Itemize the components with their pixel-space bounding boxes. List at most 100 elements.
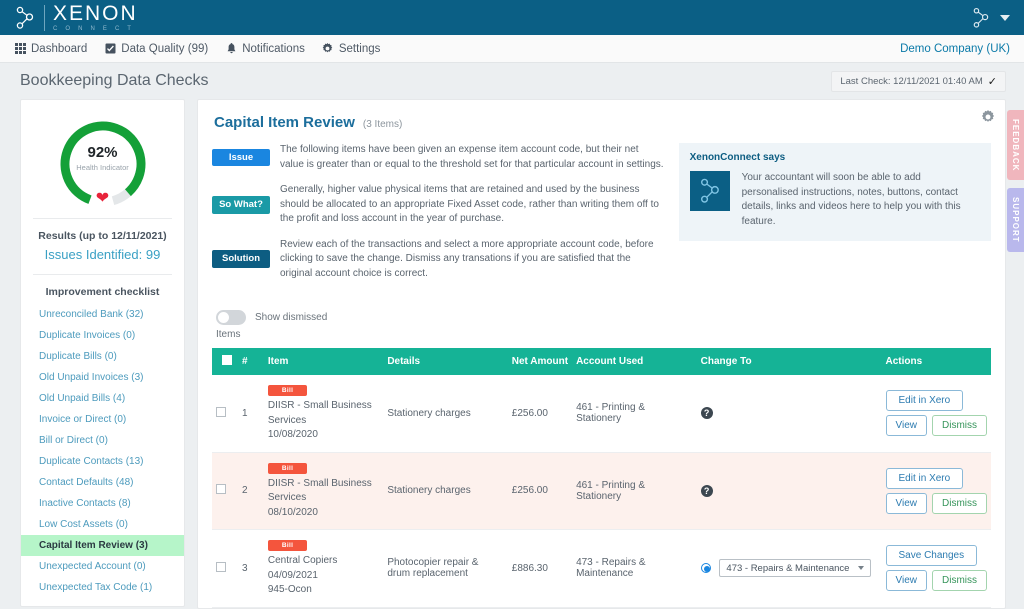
row-item-date: 10/08/2020 <box>267 429 318 440</box>
brand-divider <box>44 4 45 31</box>
menu-item-data-quality[interactable]: Data Quality (99) <box>104 43 208 55</box>
xenon-node-logo-icon <box>16 6 34 29</box>
last-check-text: Last Check: 12/11/2021 01:40 AM <box>840 75 983 87</box>
dismiss-button[interactable]: Dismiss <box>932 492 987 514</box>
save-changes-button[interactable]: Save Changes <box>885 545 978 567</box>
row-actions: Edit in Xero View Dismiss <box>881 452 991 530</box>
brand-logo[interactable]: XENON C O N N E C T <box>14 3 138 32</box>
select-all-checkbox[interactable] <box>222 355 232 365</box>
row-number: 3 <box>237 529 264 608</box>
top-bar: XENON C O N N E C T <box>0 0 1024 35</box>
row-item-date: 08/10/2020 <box>267 506 318 518</box>
header-change-to: Change To <box>696 348 882 375</box>
table-row: 3 Bill Central Copiers 04/09/2021 945-Oc… <box>212 529 991 608</box>
type-badge: Bill <box>267 540 308 551</box>
header-item: Item <box>263 348 384 375</box>
help-icon[interactable]: ? <box>700 484 713 497</box>
table-row: 2 Bill DIISR - Small Business Services 0… <box>212 452 991 530</box>
show-dismissed-toggle[interactable] <box>216 310 246 325</box>
menu-item-dashboard[interactable]: Dashboard <box>14 43 87 55</box>
row-item: Bill Central Copiers 04/09/2021 945-Ocon <box>263 529 384 608</box>
sidebar-item-duplicate-bills[interactable]: Duplicate Bills (0) <box>21 346 184 367</box>
bell-icon <box>225 42 237 55</box>
items-table: # Item Details Net Amount Account Used C… <box>212 348 991 608</box>
view-button[interactable]: View <box>885 415 927 437</box>
view-button[interactable]: View <box>885 570 927 592</box>
account-code-select[interactable]: 473 - Repairs & Maintenance <box>719 559 872 578</box>
header-number: # <box>237 348 264 375</box>
row-item-name: DIISR - Small Business Services <box>267 477 372 504</box>
menu-item-settings[interactable]: Settings <box>322 43 380 55</box>
sidebar-item-invoice-or-direct[interactable]: Invoice or Direct (0) <box>21 409 184 430</box>
chevron-down-icon <box>858 566 865 571</box>
sidebar-item-low-cost-assets[interactable]: Low Cost Assets (0) <box>21 514 184 535</box>
row-checkbox[interactable] <box>216 484 226 495</box>
help-icon[interactable]: ? <box>700 407 713 420</box>
dismiss-button[interactable]: Dismiss <box>932 415 987 437</box>
row-number: 2 <box>237 452 264 530</box>
badge-so-what: So What? <box>212 195 270 214</box>
header-net-amount: Net Amount <box>507 348 573 375</box>
sidebar-item-duplicate-invoices[interactable]: Duplicate Invoices (0) <box>21 325 184 346</box>
menu-item-notifications[interactable]: Notifications <box>225 42 305 55</box>
sidebar-item-old-unpaid-invoices[interactable]: Old Unpaid Invoices (3) <box>21 367 184 388</box>
xenonconnect-logo-icon <box>689 171 730 211</box>
brand-name: XENON <box>53 2 138 25</box>
edit-in-xero-button[interactable]: Edit in Xero <box>885 467 964 489</box>
info-block-issue: Issue The following items have been give… <box>212 143 665 172</box>
info-block-so-what: So What? Generally, higher value physica… <box>212 183 665 227</box>
sidebar-item-inactive-contacts[interactable]: Inactive Contacts (8) <box>21 493 184 514</box>
sidebar-item-duplicate-contacts[interactable]: Duplicate Contacts (13) <box>21 451 184 472</box>
account-node-icon[interactable] <box>971 7 991 29</box>
row-checkbox[interactable] <box>216 561 226 572</box>
company-name[interactable]: Demo Company (UK) <box>900 43 1010 55</box>
panel-settings-gear-icon[interactable] <box>981 110 995 127</box>
row-change-to: ? <box>696 375 882 453</box>
sidebar-item-old-unpaid-bills[interactable]: Old Unpaid Bills (4) <box>21 388 184 409</box>
row-item-ref: 945-Ocon <box>267 584 312 595</box>
panel-item-count: (3 Items) <box>362 119 403 130</box>
sidebar-item-capital-item-review[interactable]: Capital Item Review (3) <box>21 535 184 556</box>
chevron-down-icon[interactable] <box>1000 14 1010 21</box>
row-change-to: ? <box>696 452 882 530</box>
sidebar-item-unreconciled-bank[interactable]: Unreconciled Bank (32) <box>21 304 184 325</box>
xenonconnect-text: Your accountant will soon be able to add… <box>741 172 961 227</box>
check-tick-icon: ✓ <box>987 75 997 88</box>
show-dismissed-toggle-group: Show dismissed Items <box>216 310 327 340</box>
info-text-issue: The following items have been given an e… <box>280 144 664 170</box>
row-change-to: 473 - Repairs & Maintenance <box>696 529 882 608</box>
header-actions: Actions <box>881 348 991 375</box>
support-tab[interactable]: SUPPORT <box>1007 188 1024 253</box>
sidebar-item-contact-defaults[interactable]: Contact Defaults (48) <box>21 472 184 493</box>
page-title: Bookkeeping Data Checks <box>20 72 209 89</box>
sidebar-item-bill-or-direct[interactable]: Bill or Direct (0) <box>21 430 184 451</box>
row-item: Bill DIISR - Small Business Services 08/… <box>263 452 384 530</box>
header-select-all[interactable] <box>212 348 238 375</box>
info-block-solution: Solution Review each of the transactions… <box>212 238 665 282</box>
checklist-title: Improvement checklist <box>45 286 160 298</box>
dismiss-button[interactable]: Dismiss <box>932 570 987 592</box>
row-number: 1 <box>237 375 264 453</box>
sidebar-item-unexpected-account[interactable]: Unexpected Account (0) <box>21 556 184 577</box>
row-details: Stationery charges <box>383 452 508 530</box>
row-account-used: 461 - Printing & Stationery <box>572 452 697 530</box>
show-dismissed-label-line2: Items <box>216 329 241 340</box>
edit-in-xero-button[interactable]: Edit in Xero <box>885 390 964 412</box>
header-account-used: Account Used <box>572 348 697 375</box>
view-button[interactable]: View <box>885 492 927 514</box>
row-checkbox[interactable] <box>216 406 226 417</box>
issues-identified[interactable]: Issues Identified: 99 <box>21 246 184 270</box>
feedback-tab[interactable]: FEEDBACK <box>1007 110 1024 181</box>
row-actions: Save Changes View Dismiss <box>881 529 991 608</box>
sidebar-divider-2 <box>33 274 172 275</box>
row-actions: Edit in Xero View Dismiss <box>881 375 991 453</box>
badge-issue: Issue <box>212 148 270 167</box>
row-item-date: 04/09/2021 <box>267 569 318 581</box>
gear-icon <box>322 43 334 55</box>
row-net-amount: £256.00 <box>507 375 573 453</box>
row-details: Photocopier repair & drum replacement <box>383 529 508 608</box>
menu-label-notifications: Notifications <box>242 42 305 55</box>
change-to-radio[interactable] <box>700 563 711 574</box>
sidebar: 92% Health Indicator ❤ Results (up to 12… <box>20 99 185 607</box>
xenonconnect-panel: XenonConnect says Your accountant will s… <box>678 143 991 241</box>
